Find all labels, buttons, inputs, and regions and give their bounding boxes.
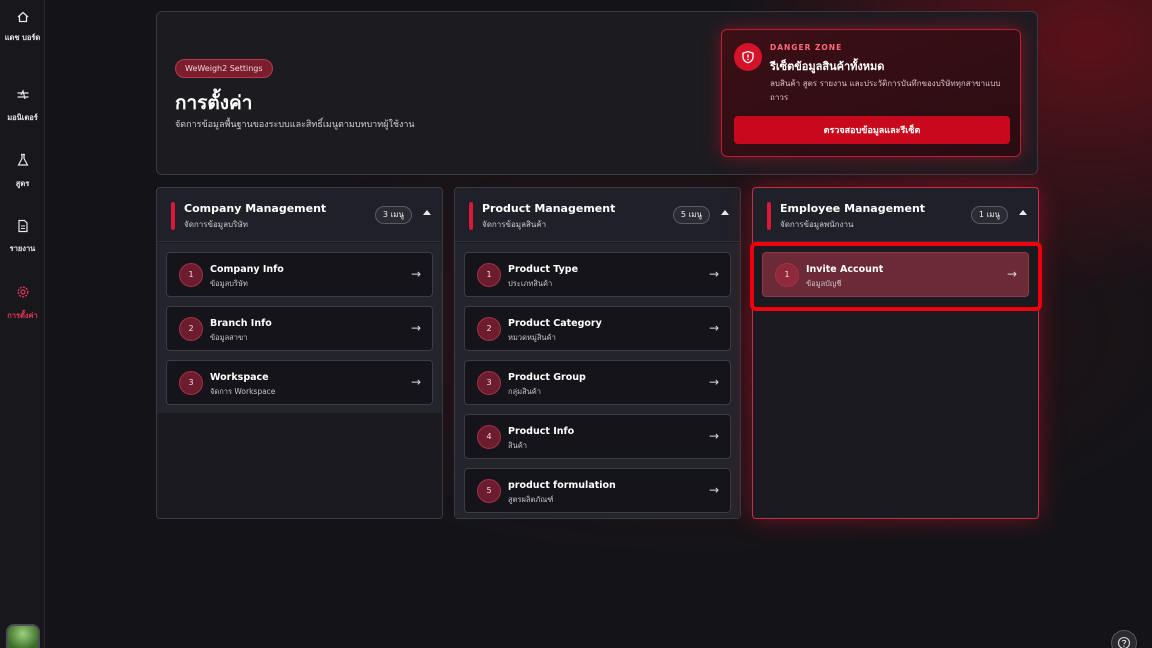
arrow-right-icon: → (708, 429, 719, 443)
item-subtitle: กลุ่มสินค้า (508, 387, 542, 396)
arrow-right-icon: → (708, 375, 719, 389)
item-subtitle: ข้อมูลบัญชี (806, 279, 842, 288)
item-title: Product Type (508, 264, 579, 275)
document-icon (17, 219, 28, 233)
item-number: 1 (179, 263, 203, 287)
item-subtitle: จัดการ Workspace (210, 387, 276, 396)
avatar[interactable] (6, 624, 40, 648)
accent-bar (469, 202, 473, 230)
panel-header: Company Management จัดการข้อมูลบริษัท 3 … (157, 188, 442, 242)
item-title: Product Group (508, 372, 586, 383)
sidebar-item-label: รายงาน (9, 244, 36, 253)
reset-data-button[interactable]: ตรวจสอบข้อมูลและรีเซ็ต (734, 116, 1010, 144)
menu-item-branch-info[interactable]: 2 Branch Info ข้อมูลสาขา → (166, 306, 433, 351)
panel-menu-list: 1 Product Type ประเภทสินค้า → 2 Product … (455, 243, 740, 518)
sidebar-item-monitor[interactable]: มอนิเตอร์ (0, 88, 45, 123)
item-number: 3 (477, 371, 501, 395)
panel-subtitle: จัดการข้อมูลพนักงาน (780, 220, 854, 229)
item-subtitle: หมวดหมู่สินค้า (508, 333, 556, 342)
item-title: Product Info (508, 426, 575, 437)
item-subtitle: สูตรผลิตภัณฑ์ (508, 495, 554, 504)
question-icon (1117, 636, 1131, 648)
item-number: 2 (477, 317, 501, 341)
arrow-right-icon: → (1006, 267, 1017, 281)
menu-item-workspace[interactable]: 3 Workspace จัดการ Workspace → (166, 360, 433, 405)
page-subtitle: จัดการข้อมูลพื้นฐานของระบบและสิทธิ์เมนูต… (175, 120, 415, 130)
sidebar: แดช บอร์ด มอนิเตอร์ สูตร รายงาน การตั้งค… (0, 0, 45, 648)
sidebar-item-label: แดช บอร์ด (4, 33, 41, 42)
menu-item-company-info[interactable]: 1 Company Info ข้อมูลบริษัท → (166, 252, 433, 297)
gear-icon (16, 286, 29, 298)
item-subtitle: ข้อมูลบริษัท (210, 279, 248, 288)
settings-header: WeWeigh2 Settings การตั้งค่า จัดการข้อมู… (156, 11, 1038, 175)
menu-item-product-group[interactable]: 3 Product Group กลุ่มสินค้า → (464, 360, 731, 405)
item-title: Product Category (508, 318, 602, 329)
arrow-right-icon: → (410, 267, 421, 281)
menu-item-invite-account[interactable]: 1 Invite Account ข้อมูลบัญชี → (762, 252, 1029, 297)
flask-icon (16, 153, 29, 166)
panel-header: Employee Management จัดการข้อมูลพนักงาน … (753, 188, 1038, 242)
item-number: 3 (179, 371, 203, 395)
menu-item-product-type[interactable]: 1 Product Type ประเภทสินค้า → (464, 252, 731, 297)
item-subtitle: สินค้า (508, 441, 527, 450)
menu-count-badge: 1 เมนู (970, 206, 1008, 224)
arrow-right-icon: → (708, 321, 719, 335)
item-title: Invite Account (806, 264, 884, 275)
sidebar-item-settings[interactable]: การตั้งค่า (0, 285, 45, 321)
danger-zone-card: DANGER ZONE รีเซ็ตข้อมูลสินค้าทั้งหมด ลบ… (721, 29, 1021, 157)
menu-item-product-formulation[interactable]: 5 product formulation สูตรผลิตภัณฑ์ → (464, 468, 731, 513)
collapse-chevron-icon[interactable] (1019, 210, 1027, 215)
item-title: Company Info (210, 264, 284, 275)
item-title: product formulation (508, 480, 616, 491)
page-title: การตั้งค่า (175, 92, 253, 114)
item-subtitle: ข้อมูลสาขา (210, 333, 248, 342)
company-management-panel: Company Management จัดการข้อมูลบริษัท 3 … (156, 187, 443, 519)
item-number: 5 (477, 479, 501, 503)
panel-subtitle: จัดการข้อมูลบริษัท (184, 220, 248, 229)
monitor-icon (17, 89, 28, 100)
help-button[interactable] (1111, 630, 1137, 648)
danger-zone-description: ลบสินค้า สูตร รายงาน และประวัติการบันทึก… (770, 79, 1001, 102)
item-title: Workspace (210, 372, 269, 383)
sidebar-item-report[interactable]: รายงาน (0, 219, 45, 254)
item-number: 1 (477, 263, 501, 287)
arrow-right-icon: → (708, 267, 719, 281)
menu-item-product-info[interactable]: 4 Product Info สินค้า → (464, 414, 731, 459)
panel-header: Product Management จัดการข้อมูลสินค้า 5 … (455, 188, 740, 242)
sidebar-item-formula[interactable]: สูตร (0, 153, 45, 189)
sidebar-item-dashboard[interactable]: แดช บอร์ด (0, 10, 45, 43)
employee-management-panel: Employee Management จัดการข้อมูลพนักงาน … (752, 187, 1039, 519)
item-number: 2 (179, 317, 203, 341)
item-number: 4 (477, 425, 501, 449)
panel-title: Company Management (184, 202, 327, 215)
arrow-right-icon: → (410, 321, 421, 335)
accent-bar (171, 202, 175, 230)
menu-count-badge: 3 เมนู (374, 206, 412, 224)
collapse-chevron-icon[interactable] (721, 210, 729, 215)
danger-zone-label: DANGER ZONE (770, 43, 843, 52)
sidebar-item-label: การตั้งค่า (7, 311, 38, 320)
panel-subtitle: จัดการข้อมูลสินค้า (482, 220, 547, 229)
sidebar-item-label: สูตร (15, 179, 30, 188)
arrow-right-icon: → (708, 483, 719, 497)
sidebar-item-label: มอนิเตอร์ (7, 113, 38, 122)
home-icon (17, 11, 28, 23)
panel-menu-list: 1 Invite Account ข้อมูลบัญชี → (753, 243, 1038, 518)
panel-menu-list: 1 Company Info ข้อมูลบริษัท → 2 Branch I… (157, 243, 442, 413)
menu-count-badge: 5 เมนู (672, 206, 710, 224)
item-title: Branch Info (210, 318, 272, 329)
arrow-right-icon: → (410, 375, 421, 389)
item-number: 1 (775, 263, 799, 287)
menu-item-product-category[interactable]: 2 Product Category หมวดหมู่สินค้า → (464, 306, 731, 351)
panel-title: Employee Management (780, 202, 926, 215)
shield-alert-icon (734, 43, 762, 71)
danger-zone-title: รีเซ็ตข้อมูลสินค้าทั้งหมด (770, 60, 885, 73)
app-badge: WeWeigh2 Settings (175, 59, 273, 78)
panel-title: Product Management (482, 202, 616, 215)
item-subtitle: ประเภทสินค้า (508, 279, 553, 288)
accent-bar (767, 202, 771, 230)
product-management-panel: Product Management จัดการข้อมูลสินค้า 5 … (454, 187, 741, 519)
collapse-chevron-icon[interactable] (423, 210, 431, 215)
